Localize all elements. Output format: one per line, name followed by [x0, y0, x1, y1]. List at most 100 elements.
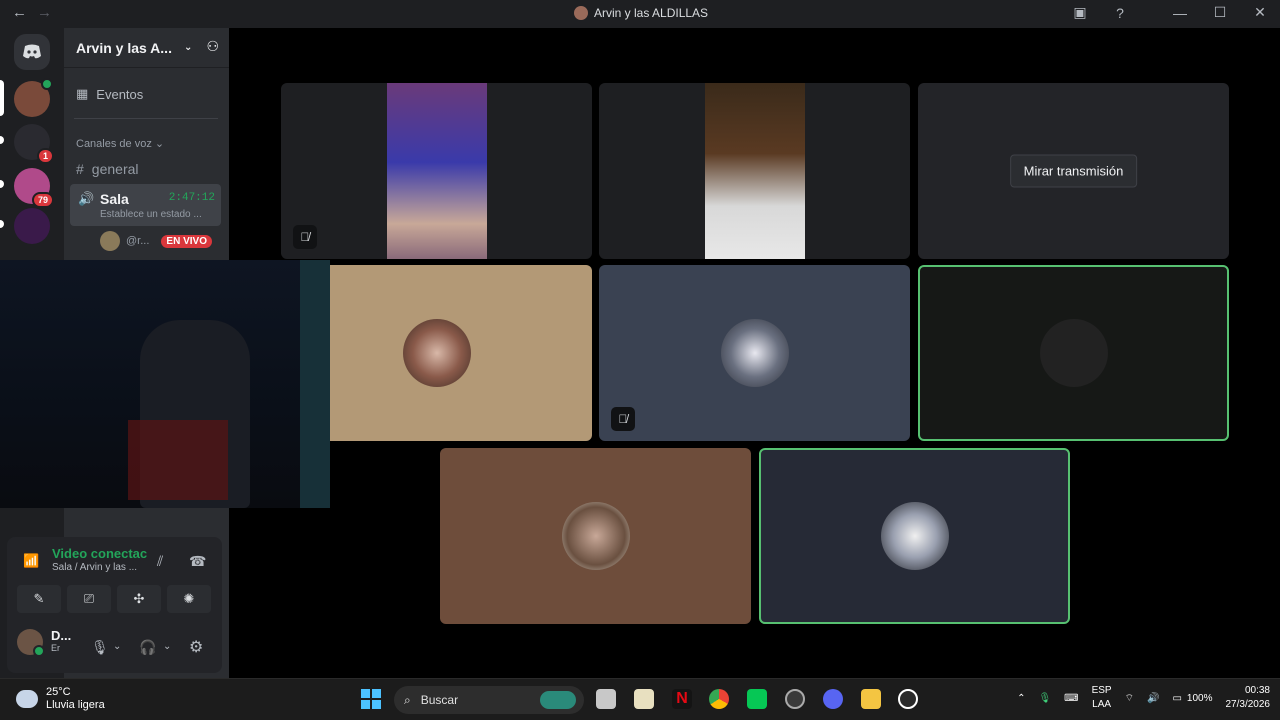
server-icon-2[interactable]: 1 — [14, 124, 54, 164]
help-icon[interactable]: ? — [1112, 5, 1128, 21]
noise-suppression-icon[interactable]: ⫽ — [157, 553, 163, 570]
disconnect-icon[interactable]: ☎ — [189, 553, 206, 570]
screen-share-button[interactable]: ⎚ — [67, 585, 111, 613]
microphone-icon[interactable]: 🎙 — [1038, 693, 1051, 704]
weather-widget[interactable]: 25°C Lluvia ligera — [16, 686, 105, 712]
microphone-icon[interactable]: 🎙 — [91, 639, 109, 656]
watch-stream-button[interactable]: Mirar transmisión — [1009, 154, 1138, 188]
unread-pill — [0, 136, 4, 144]
divider — [74, 118, 218, 119]
gear-icon[interactable]: ⚙ — [189, 637, 203, 657]
forward-arrow-icon[interactable]: → — [37, 4, 52, 21]
user-area[interactable]: D... Er — [17, 629, 71, 657]
screen-icon[interactable]: ▣ — [1072, 4, 1088, 21]
chevron-down-icon[interactable]: ⌄ — [113, 641, 121, 652]
headphones-icon[interactable]: 🎧 — [139, 639, 156, 656]
battery-icon[interactable]: ▭ — [1172, 693, 1181, 704]
channel-sala[interactable]: 🔊 Sala 2:47:12 Establece un estado ... — [70, 184, 221, 226]
call-timer: 2:47:12 — [168, 192, 215, 204]
stream-tile[interactable]: Mirar transmisión — [918, 83, 1229, 259]
language-indicator[interactable]: ESP LAA — [1092, 684, 1112, 712]
task-view-icon[interactable] — [596, 689, 616, 709]
windows-start-icon[interactable] — [361, 689, 381, 709]
clock-date: 27/3/2026 — [1225, 699, 1271, 710]
signal-icon[interactable]: 📶 — [23, 553, 39, 569]
taskbar-search[interactable]: ⌕ Buscar — [394, 686, 584, 714]
language-top: ESP — [1091, 685, 1112, 696]
mention-badge: 1 — [36, 148, 54, 164]
soundboard-button[interactable]: ✺ — [167, 585, 211, 613]
user-status: Er — [51, 643, 60, 653]
guild-header[interactable]: Arvin y las A... ⌄ ⚇ — [64, 28, 229, 68]
cloud-rain-icon — [16, 690, 38, 708]
chevron-down-icon: ⌄ — [183, 42, 193, 53]
category-voice-channels[interactable]: Canales de voz ⌄ — [76, 137, 164, 150]
store-icon[interactable] — [634, 689, 654, 709]
clock[interactable]: 00:38 27/3/2026 — [1226, 684, 1271, 712]
wifi-icon[interactable]: ⌔ — [1125, 692, 1134, 705]
participant-tile-6[interactable] — [440, 448, 751, 624]
video-tile-1[interactable]: 🎙̸ — [281, 83, 592, 259]
events-item[interactable]: ▦ Eventos — [76, 86, 143, 102]
self-camera-preview[interactable] — [0, 260, 330, 508]
channel-general[interactable]: # general — [76, 161, 139, 177]
volume-icon[interactable]: 🔊 — [1147, 693, 1159, 704]
app-icon[interactable] — [785, 689, 805, 709]
participant-tile-3[interactable] — [330, 265, 592, 441]
chevron-down-icon[interactable]: ⌄ — [163, 641, 171, 652]
clock-time: 00:38 — [1244, 685, 1270, 696]
member-name: @r... — [126, 235, 150, 247]
server-icon-3[interactable]: 79 — [14, 168, 54, 208]
calendar-icon: ▦ — [76, 86, 89, 101]
video-tile-2[interactable] — [599, 83, 910, 259]
participant-tile-4[interactable]: 🎙̸ — [599, 265, 910, 441]
unread-pill — [0, 180, 4, 188]
chevron-up-icon[interactable]: ⌃ — [1017, 693, 1025, 704]
avatar — [561, 502, 630, 570]
participant-tile-5-speaking[interactable] — [918, 265, 1229, 441]
maximize-icon[interactable]: ☐ — [1212, 4, 1228, 21]
voice-connection-panel: 📶 Video conectac Sala / Arvin y las ... … — [7, 537, 222, 673]
activities-button[interactable]: ✣ — [117, 585, 161, 613]
discord-home-icon[interactable] — [14, 34, 50, 70]
window-controls: ▣ ? — ☐ ✕ — [1072, 4, 1268, 21]
camera-detail — [128, 420, 228, 500]
minimize-icon[interactable]: — — [1172, 5, 1188, 21]
keyboard-icon[interactable]: ⌨ — [1064, 693, 1078, 704]
muted-mic-icon: 🎙̸ — [293, 225, 317, 249]
server-icon-aldillas[interactable] — [14, 78, 53, 117]
chrome-icon[interactable] — [709, 689, 729, 709]
language-bottom: LAA — [1092, 699, 1112, 710]
back-arrow-icon[interactable]: ← — [12, 4, 27, 21]
voice-member[interactable]: @r... EN VIVO — [100, 231, 212, 251]
connection-status[interactable]: Video conectac — [52, 546, 147, 561]
avatar — [17, 629, 45, 657]
invite-icon[interactable]: ⚇ — [206, 38, 219, 55]
set-status-prompt[interactable]: Establece un estado ... — [100, 209, 202, 220]
netflix-icon[interactable]: N — [672, 689, 692, 709]
channel-label: general — [91, 161, 139, 177]
video-feed — [387, 83, 487, 259]
user-text: D... Er — [51, 629, 71, 654]
connection-location[interactable]: Sala / Arvin y las ... — [52, 562, 137, 573]
muted-mic-icon: 🎙̸ — [611, 407, 635, 431]
channel-label: Sala — [100, 191, 129, 207]
search-highlight-icon — [540, 691, 576, 709]
line-icon[interactable] — [747, 689, 767, 709]
live-badge: EN VIVO — [161, 234, 212, 248]
server-icon-4[interactable] — [14, 208, 50, 244]
file-explorer-icon[interactable] — [861, 689, 881, 709]
close-icon[interactable]: ✕ — [1252, 4, 1268, 21]
media-player-icon[interactable] — [898, 689, 918, 709]
discord-taskbar-icon[interactable] — [823, 689, 843, 709]
weather-text: 25°C Lluvia ligera — [46, 686, 105, 712]
video-feed — [705, 83, 805, 259]
mention-badge: 79 — [31, 192, 54, 208]
windows-taskbar: 25°C Lluvia ligera ⌕ Buscar N ⌃ 🎙 ⌨ ESP … — [0, 678, 1280, 720]
title-bar: ← → Arvin y las ALDILLAS ▣ ? — ☐ ✕ — [0, 0, 1280, 28]
participant-tile-7-speaking[interactable] — [759, 448, 1070, 624]
camera-off-button[interactable]: ✎ — [17, 585, 61, 613]
guild-name: Arvin y las A... — [76, 39, 172, 56]
events-label: Eventos — [96, 86, 144, 102]
avatar — [100, 231, 120, 251]
